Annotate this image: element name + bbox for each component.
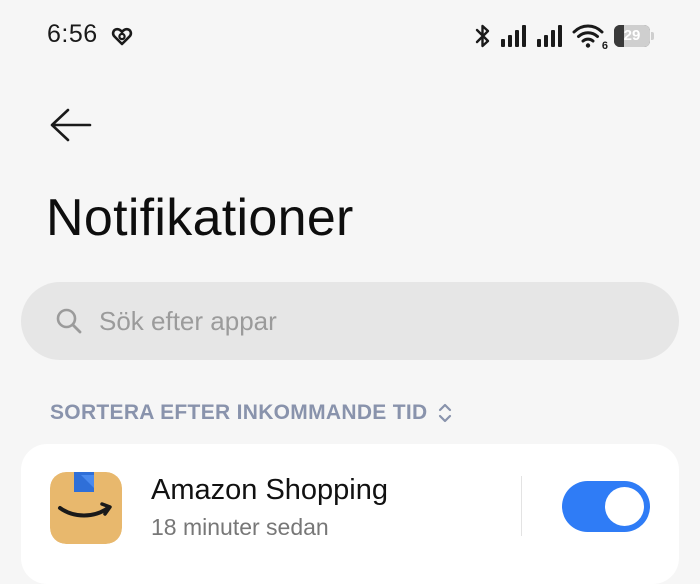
battery-indicator: 29 <box>614 25 654 47</box>
status-icons: 6 29 <box>474 22 654 52</box>
search-input[interactable] <box>99 296 639 346</box>
arrow-left-icon <box>50 108 92 142</box>
search-icon <box>56 308 82 334</box>
signal-icon <box>537 25 562 47</box>
battery-level: 29 <box>623 27 641 44</box>
sort-selector[interactable]: SORTERA EFTER INKOMMANDE TID <box>50 398 453 428</box>
bluetooth-icon <box>475 24 490 48</box>
notifications-toggle[interactable] <box>562 481 650 532</box>
search-box[interactable] <box>21 282 679 360</box>
app-name: Amazon Shopping <box>151 474 388 506</box>
divider <box>521 476 522 536</box>
app-row[interactable]: Amazon Shopping 18 minuter sedan <box>21 444 679 584</box>
amazon-shopping-icon <box>50 472 122 544</box>
app-time: 18 minuter sedan <box>151 514 329 540</box>
signal-icon <box>501 25 526 47</box>
toggle-knob <box>605 487 644 526</box>
status-bar: 6:56 6 29 <box>0 0 700 72</box>
sort-chevrons-icon <box>439 403 452 423</box>
back-button[interactable] <box>44 104 98 146</box>
status-time: 6:56 <box>47 20 98 48</box>
battery-tip <box>651 32 654 40</box>
sort-label: SORTERA EFTER INKOMMANDE TID <box>50 401 428 424</box>
page-title: Notifikationer <box>46 189 354 247</box>
wifi-indicator: 6 <box>572 23 608 52</box>
heart-link-icon <box>111 27 133 46</box>
wifi-badge: 6 <box>601 40 608 52</box>
